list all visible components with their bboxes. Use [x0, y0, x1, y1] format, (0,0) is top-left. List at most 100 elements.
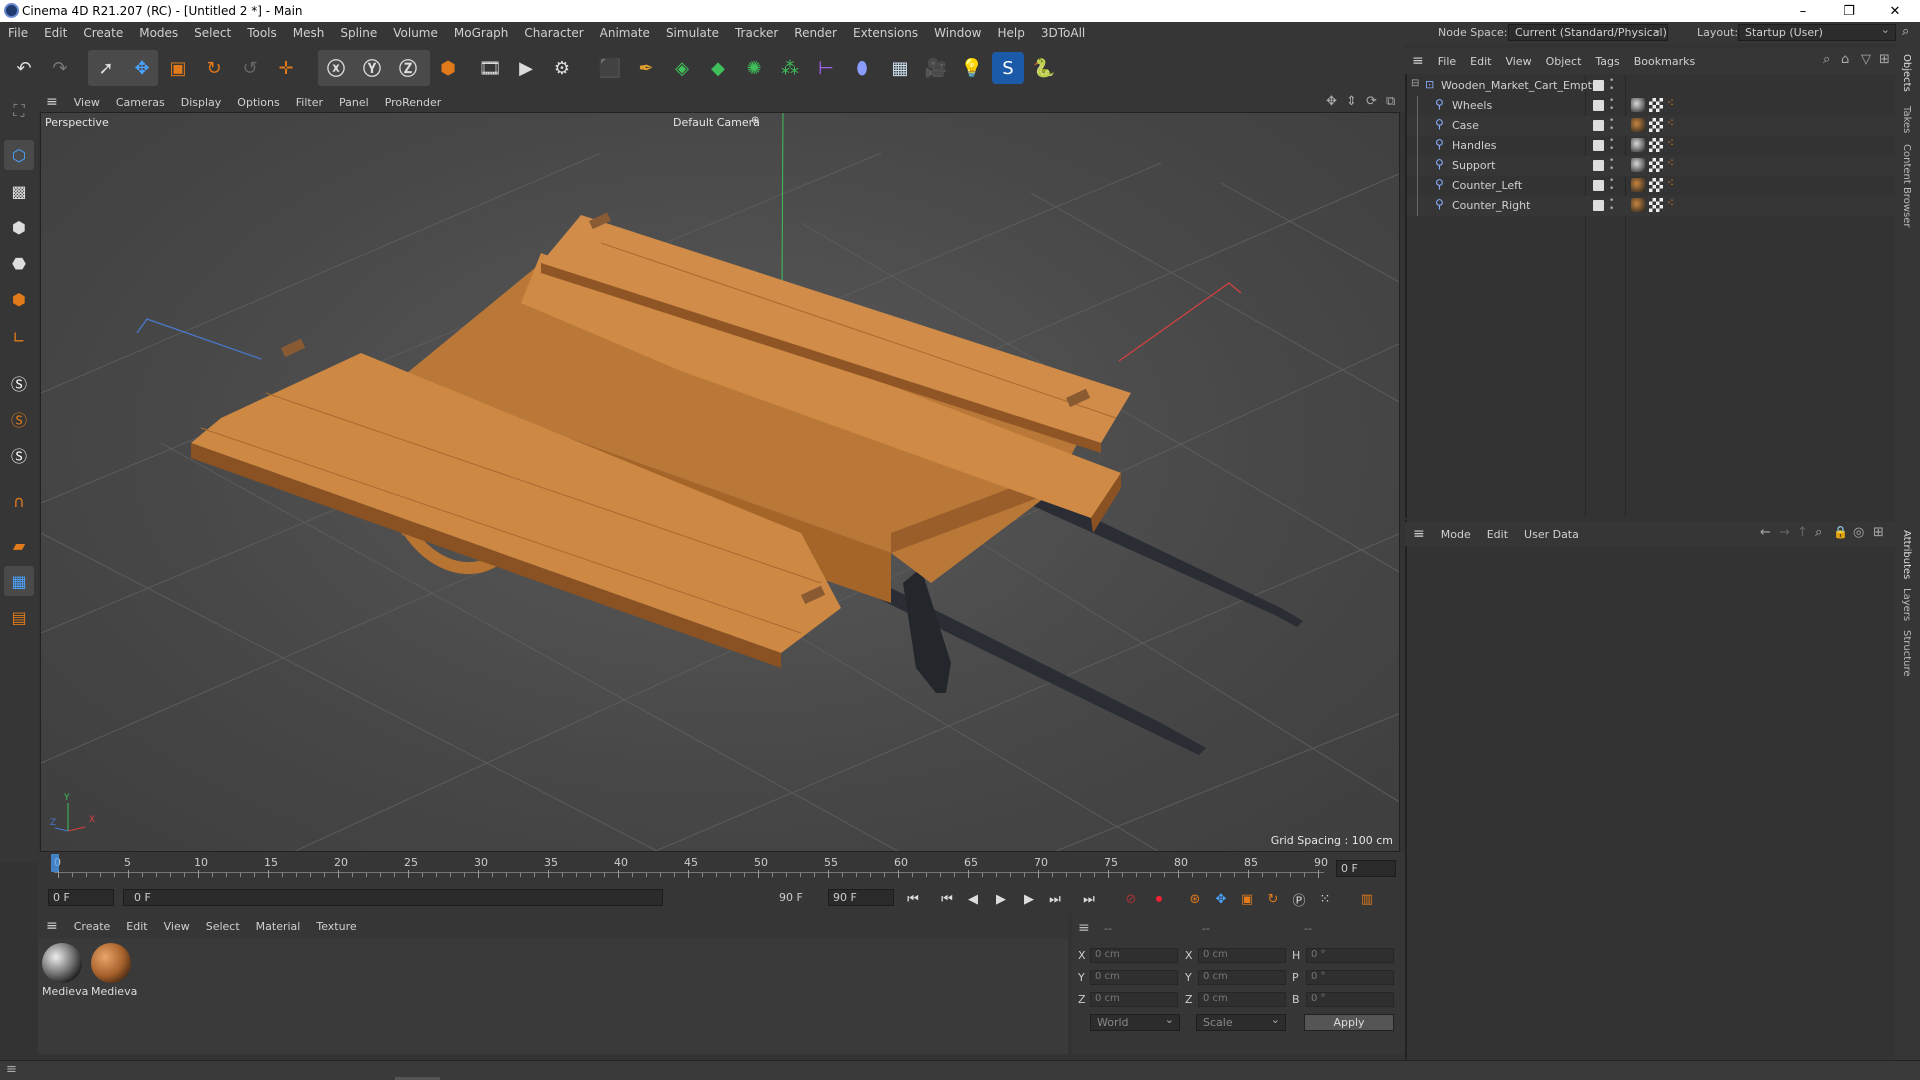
- rotate-view-icon[interactable]: ⟳: [1366, 94, 1377, 109]
- settings-circle-icon[interactable]: ◎: [1853, 525, 1864, 540]
- attribute-menu-mode[interactable]: Mode: [1433, 528, 1479, 541]
- z-axis-lock-icon[interactable]: Ⓩ: [392, 52, 424, 84]
- texture-tag-icon[interactable]: [1649, 198, 1663, 212]
- coord-mode-dropdown[interactable]: Scale: [1196, 1014, 1286, 1031]
- editor-render-dots-icon[interactable]: • •: [1609, 97, 1614, 114]
- object-row[interactable]: ⚲ Support • • ⁖: [1407, 156, 1895, 176]
- object-row[interactable]: ⚲ Counter_Right • • ⁖: [1407, 196, 1895, 216]
- menu-simulate[interactable]: Simulate: [658, 26, 727, 40]
- menu-mograph[interactable]: MoGraph: [446, 26, 517, 40]
- material-menu-edit[interactable]: Edit: [118, 920, 155, 933]
- spline-pen-icon[interactable]: ✒: [630, 52, 662, 84]
- next-key-icon[interactable]: ⏭: [1044, 888, 1066, 910]
- tab-objects[interactable]: Objects: [1901, 54, 1912, 92]
- object-row-root[interactable]: ⊟ ⊡ Wooden_Market_Cart_Empty • •: [1407, 76, 1895, 96]
- back-arrow-icon[interactable]: ←: [1760, 525, 1771, 540]
- select-pointer-icon[interactable]: ➚: [90, 52, 122, 84]
- menu-edit[interactable]: Edit: [36, 26, 75, 40]
- floor-icon[interactable]: ▦: [884, 52, 916, 84]
- coord-pos-z-field[interactable]: 0 cm: [1090, 992, 1178, 1007]
- visibility-check-icon[interactable]: [1593, 120, 1604, 131]
- key-scale-icon[interactable]: ▣: [1236, 888, 1258, 910]
- workplane-icon[interactable]: ▰: [4, 530, 34, 560]
- menu-spline[interactable]: Spline: [332, 26, 385, 40]
- visibility-check-icon[interactable]: [1593, 160, 1604, 171]
- uvw-tag-icon[interactable]: ⁖: [1667, 96, 1674, 110]
- axis-mode-icon[interactable]: ∟: [4, 322, 34, 352]
- material-tag-icon[interactable]: [1631, 118, 1645, 132]
- menu-render[interactable]: Render: [786, 26, 845, 40]
- material-swatch-1[interactable]: Medieva: [42, 943, 88, 1003]
- prev-key-icon[interactable]: ⏮: [936, 888, 958, 910]
- model-mode-icon[interactable]: ⬡: [4, 140, 34, 170]
- snap-s-icon-1[interactable]: Ⓢ: [4, 368, 34, 398]
- layout-dropdown[interactable]: Startup (User): [1738, 24, 1896, 41]
- keyframe-selection-icon[interactable]: ⊛: [1184, 888, 1206, 910]
- end-frame-field[interactable]: 90 F: [828, 889, 894, 906]
- object-menu-tags[interactable]: Tags: [1588, 55, 1626, 68]
- maximize-view-icon[interactable]: ⧉: [1386, 94, 1395, 109]
- minimize-button[interactable]: –: [1780, 0, 1826, 22]
- y-axis-lock-icon[interactable]: Ⓨ: [356, 52, 388, 84]
- x-axis-lock-icon[interactable]: ⓧ: [320, 52, 352, 84]
- polygons-mode-icon[interactable]: ⬢: [4, 284, 34, 314]
- collapse-arrow-icon[interactable]: ⊟: [1411, 78, 1419, 89]
- next-frame-icon[interactable]: ▶: [1018, 888, 1040, 910]
- perspective-viewport[interactable]: Perspective Default Camera ⊕ Grid Spacin…: [40, 112, 1400, 852]
- object-new-window-icon[interactable]: ⊞: [1879, 52, 1890, 67]
- close-button[interactable]: ✕: [1872, 0, 1918, 22]
- editor-render-dots-icon[interactable]: • •: [1609, 157, 1614, 174]
- editor-render-dots-icon[interactable]: • •: [1609, 197, 1614, 214]
- object-menu-bookmarks[interactable]: Bookmarks: [1627, 55, 1702, 68]
- key-parameter-icon[interactable]: Ⓟ: [1288, 888, 1310, 910]
- key-rotation-icon[interactable]: ↻: [1262, 888, 1284, 910]
- uvw-tag-icon[interactable]: ⁖: [1667, 196, 1674, 210]
- editor-render-dots-icon[interactable]: • •: [1609, 137, 1614, 154]
- key-pla-icon[interactable]: ⁙: [1314, 888, 1336, 910]
- material-tag-icon[interactable]: [1631, 138, 1645, 152]
- up-arrow-icon[interactable]: ↑: [1797, 525, 1808, 540]
- prev-frame-icon[interactable]: ◀: [962, 888, 984, 910]
- menu-animate[interactable]: Animate: [592, 26, 658, 40]
- menu-modes[interactable]: Modes: [131, 26, 186, 40]
- attr-new-window-icon[interactable]: ⊞: [1873, 525, 1884, 540]
- make-editable-icon[interactable]: ⛶: [4, 96, 34, 126]
- texture-tag-icon[interactable]: [1649, 118, 1663, 132]
- object-row[interactable]: ⚲ Wheels • • ⁖: [1407, 96, 1895, 116]
- key-position-icon[interactable]: ✥: [1210, 888, 1232, 910]
- viewport-menu-prorender[interactable]: ProRender: [377, 96, 450, 109]
- pan-view-icon[interactable]: ✥: [1326, 94, 1337, 109]
- object-menu-object[interactable]: Object: [1539, 55, 1589, 68]
- menu-create[interactable]: Create: [75, 26, 131, 40]
- attribute-menu-userdata[interactable]: User Data: [1516, 528, 1587, 541]
- uvw-tag-icon[interactable]: ⁖: [1667, 116, 1674, 130]
- viewport-menu-display[interactable]: Display: [173, 96, 230, 109]
- timeline-ruler[interactable]: 051015202530354045505560657075808590 0 F: [38, 852, 1405, 882]
- material-tag-icon[interactable]: [1631, 98, 1645, 112]
- menu-window[interactable]: Window: [926, 26, 989, 40]
- menu-file[interactable]: File: [0, 26, 36, 40]
- undo-icon[interactable]: ↶: [8, 52, 40, 84]
- menu-extensions[interactable]: Extensions: [845, 26, 926, 40]
- viewport-menu-view[interactable]: View: [66, 96, 108, 109]
- goto-end-icon[interactable]: ⏭: [1078, 888, 1100, 910]
- object-row[interactable]: ⚲ Case • • ⁖: [1407, 116, 1895, 136]
- autokey-icon[interactable]: ⏺: [1148, 888, 1170, 910]
- plugin-s-icon[interactable]: S: [992, 52, 1024, 84]
- status-menu-icon[interactable]: ≡: [6, 1062, 17, 1077]
- texture-tag-icon[interactable]: [1649, 98, 1663, 112]
- current-frame-field[interactable]: 0 F: [1336, 860, 1396, 877]
- viewport-hamburger-icon[interactable]: ≡: [38, 94, 66, 110]
- mograph-cloner-icon[interactable]: ✺: [738, 52, 770, 84]
- uvw-tag-icon[interactable]: ⁖: [1667, 176, 1674, 190]
- edges-mode-icon[interactable]: ⬣: [4, 248, 34, 278]
- object-hamburger-icon[interactable]: ≡: [1405, 53, 1431, 69]
- deformer-icon[interactable]: ⊢: [810, 52, 842, 84]
- editor-render-dots-icon[interactable]: • •: [1609, 177, 1614, 194]
- playhead[interactable]: [51, 854, 59, 872]
- array-icon[interactable]: ⁂: [774, 52, 806, 84]
- python-icon[interactable]: 🐍: [1028, 52, 1060, 84]
- cube-primitive-icon[interactable]: ⬛: [594, 52, 626, 84]
- menu-help[interactable]: Help: [990, 26, 1033, 40]
- camera-icon[interactable]: 🎥: [920, 52, 952, 84]
